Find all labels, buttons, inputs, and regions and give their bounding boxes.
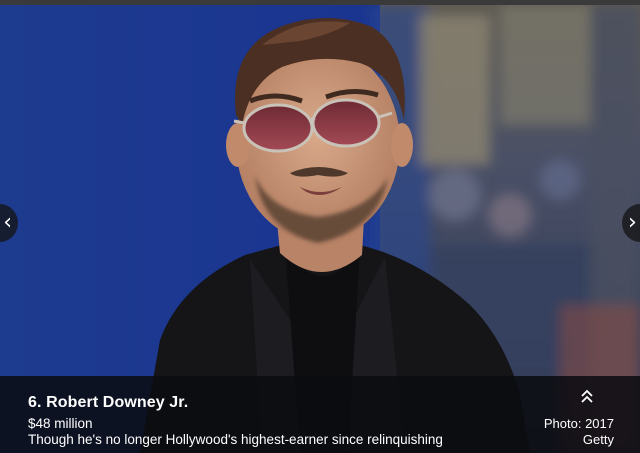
photo-slideshow: ‹ › 6. Robert Downey Jr. $48 million Tho…: [0, 0, 640, 453]
chevron-right-icon: ›: [628, 210, 637, 235]
photo-credit: Photo: 2017 Getty: [544, 416, 614, 448]
slide-title: 6. Robert Downey Jr.: [28, 394, 189, 411]
photo-credit-source: Getty: [582, 432, 614, 447]
double-chevron-up-icon: [581, 389, 593, 403]
slide-description: Though he's no longer Hollywood's highes…: [28, 432, 443, 447]
slide-caption: 6. Robert Downey Jr. $48 million Though …: [0, 376, 640, 453]
expand-caption-button[interactable]: [578, 388, 596, 406]
earnings-amount: $48 million: [28, 416, 93, 431]
photo-credit-line: Photo: 2017: [543, 416, 614, 431]
chevron-left-icon: ‹: [3, 210, 12, 235]
previous-slide-button[interactable]: ‹: [0, 204, 18, 242]
